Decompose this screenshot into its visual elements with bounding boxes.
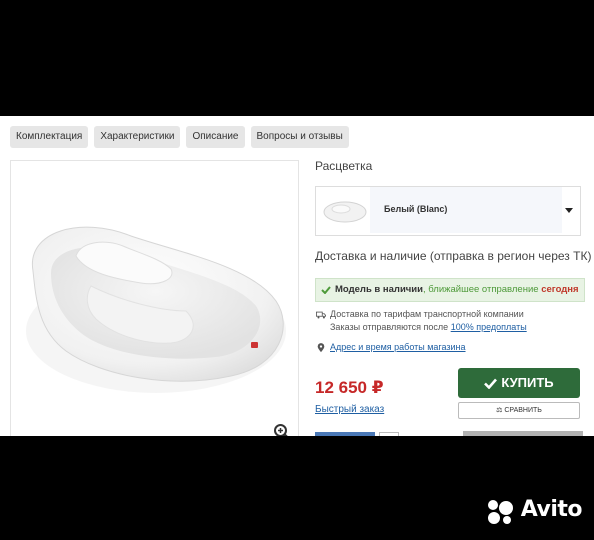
avito-watermark-text: Avito [520, 497, 583, 522]
stock-status-banner: Модель в наличии, ближайшее отправление … [315, 278, 585, 302]
stock-model: Модель в наличии [335, 284, 423, 295]
truck-icon [316, 311, 326, 319]
stock-next: , ближайшее отправление [423, 284, 542, 295]
scales-icon: ⚖ [496, 407, 503, 414]
cut-off-text [463, 431, 583, 436]
product-tabs: Комплектация Характеристики Описание Воп… [10, 126, 349, 148]
avito-watermark: Avito [487, 497, 583, 524]
delivery-title: Доставка и наличие (отправка в регион че… [315, 249, 592, 263]
product-image[interactable] [10, 160, 299, 436]
quick-order-link[interactable]: Быстрый заказ [315, 404, 384, 415]
avito-logo-icon [487, 500, 513, 524]
product-page: Комплектация Характеристики Описание Воп… [0, 116, 594, 436]
cut-off-input[interactable] [379, 432, 399, 436]
prepayment-prefix: Заказы отправляются после [330, 322, 451, 332]
tab-characteristics[interactable]: Характеристики [94, 126, 181, 148]
cut-off-button[interactable] [315, 432, 375, 436]
store-address-link[interactable]: Адрес и время работы магазина [330, 342, 466, 352]
compare-button-label: СРАВНИТЬ [504, 407, 542, 414]
stock-status-text: Модель в наличии, ближайшее отправление … [335, 279, 579, 301]
shipping-line-1: Доставка по тарифам транспортной компани… [330, 309, 524, 319]
tab-equipment[interactable]: Комплектация [10, 126, 89, 148]
color-section-title: Расцветка [315, 159, 373, 173]
color-select[interactable]: Белый (Blanc) [315, 186, 581, 236]
prepayment-link[interactable]: 100% предоплаты [451, 322, 527, 332]
buy-button-label: КУПИТЬ [501, 375, 554, 390]
color-swatch-image [323, 201, 367, 223]
product-price: 12 650 ₽ [315, 378, 384, 397]
map-pin-icon [317, 343, 325, 353]
chevron-down-icon[interactable] [565, 208, 573, 213]
baby-cocoon-image [26, 226, 286, 393]
buy-button[interactable]: КУПИТЬ [458, 368, 580, 398]
compare-button[interactable]: ⚖ СРАВНИТЬ [458, 402, 580, 419]
tab-reviews[interactable]: Вопросы и отзывы [250, 126, 349, 148]
shipping-line-2: Заказы отправляются после 100% предоплат… [330, 322, 527, 332]
stock-when: сегодня [541, 284, 579, 295]
check-icon [321, 286, 331, 294]
tab-description[interactable]: Описание [186, 126, 245, 148]
zoom-icon[interactable] [273, 423, 291, 436]
check-icon [484, 378, 498, 390]
color-option-label: Белый (Blanc) [384, 204, 448, 214]
